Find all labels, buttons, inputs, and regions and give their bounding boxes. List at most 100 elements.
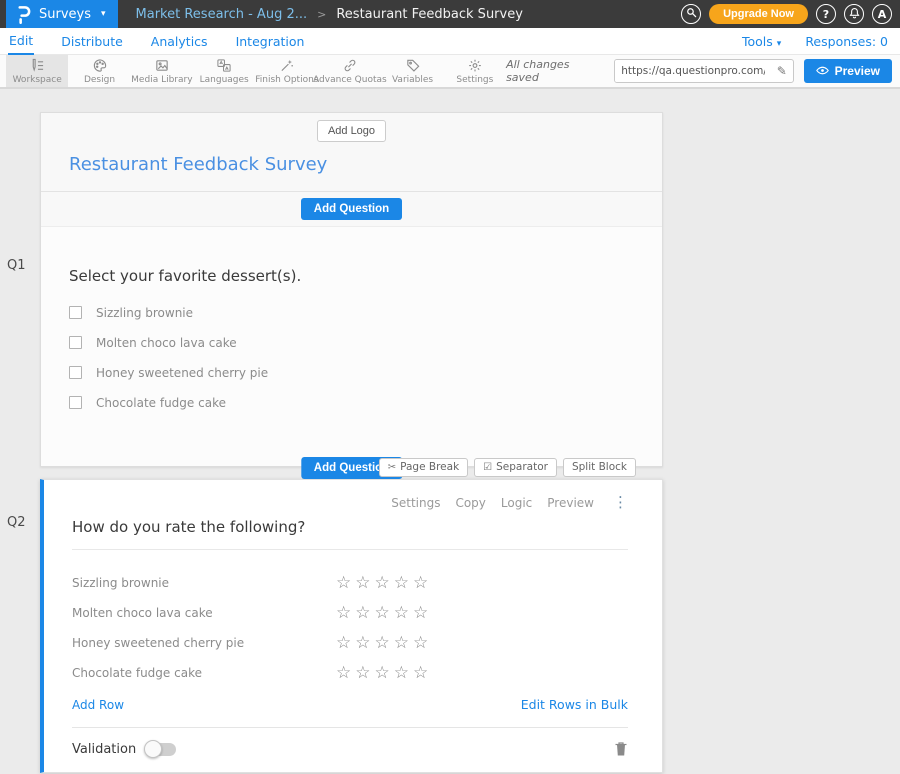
- question-preview-button[interactable]: Preview: [547, 496, 594, 510]
- star-icon[interactable]: ☆: [394, 605, 409, 622]
- tools-menu[interactable]: Tools ▾: [742, 34, 781, 49]
- question-number-q2: Q2: [7, 515, 26, 530]
- option-label[interactable]: Honey sweetened cherry pie: [96, 366, 268, 380]
- row-label[interactable]: Sizzling brownie: [72, 576, 336, 590]
- add-question-button[interactable]: Add Question: [301, 198, 402, 220]
- checkbox[interactable]: [69, 336, 82, 349]
- add-logo-button[interactable]: Add Logo: [317, 120, 386, 142]
- toolbar-item-variables[interactable]: Variables: [381, 55, 443, 87]
- checkbox[interactable]: [69, 366, 82, 379]
- star-icon[interactable]: ☆: [375, 665, 390, 682]
- breadcrumb-survey-name: Restaurant Feedback Survey: [336, 7, 523, 22]
- star-icon[interactable]: ☆: [413, 605, 428, 622]
- star-icon[interactable]: ☆: [355, 605, 370, 622]
- block-junction-bar: Add Question ✂Page Break ☑Separator Spli…: [41, 457, 662, 476]
- star-icon[interactable]: ☆: [375, 575, 390, 592]
- star-icon[interactable]: ☆: [394, 575, 409, 592]
- survey-title[interactable]: Restaurant Feedback Survey: [41, 142, 662, 192]
- question-action-menu: Settings Copy Logic Preview ⋮: [72, 480, 628, 514]
- kebab-menu-icon[interactable]: ⋮: [613, 495, 628, 510]
- top-header-bar: Surveys ▾ Market Research - Aug 2... > R…: [0, 0, 900, 28]
- row-label[interactable]: Molten choco lava cake: [72, 606, 336, 620]
- row-label[interactable]: Honey sweetened cherry pie: [72, 636, 336, 650]
- tab-distribute[interactable]: Distribute: [60, 28, 124, 54]
- workspace-icon: [29, 58, 45, 73]
- notifications-button[interactable]: [844, 4, 864, 24]
- star-rating: ☆☆☆☆☆: [336, 605, 428, 622]
- responses-count[interactable]: Responses: 0: [805, 34, 888, 49]
- question-text[interactable]: How do you rate the following?: [72, 514, 628, 550]
- rating-row: Molten choco lava cake ☆☆☆☆☆: [72, 598, 628, 628]
- star-icon[interactable]: ☆: [355, 665, 370, 682]
- star-rating: ☆☆☆☆☆: [336, 665, 428, 682]
- option-label[interactable]: Molten choco lava cake: [96, 336, 237, 350]
- pencil-icon[interactable]: ✎: [771, 60, 793, 82]
- surveys-product-menu[interactable]: Surveys ▾: [6, 0, 118, 28]
- star-icon[interactable]: ☆: [413, 665, 428, 682]
- image-icon: [154, 58, 170, 73]
- help-button[interactable]: ?: [816, 4, 836, 24]
- tab-integration[interactable]: Integration: [235, 28, 306, 54]
- tab-analytics[interactable]: Analytics: [150, 28, 209, 54]
- star-icon[interactable]: ☆: [375, 605, 390, 622]
- breadcrumb-folder[interactable]: Market Research - Aug 2...: [136, 7, 308, 22]
- star-icon[interactable]: ☆: [336, 575, 351, 592]
- question-text[interactable]: Select your favorite dessert(s).: [69, 267, 662, 285]
- question-logic-button[interactable]: Logic: [501, 496, 532, 510]
- tab-edit[interactable]: Edit: [8, 27, 34, 55]
- option-label[interactable]: Chocolate fudge cake: [96, 396, 226, 410]
- toolbar-right-group: All changes saved ✎ Preview: [506, 55, 900, 87]
- upgrade-now-button[interactable]: Upgrade Now: [709, 4, 808, 24]
- validation-toggle[interactable]: [146, 743, 176, 756]
- toolbar-item-design[interactable]: Design: [68, 55, 130, 87]
- toolbar-item-languages[interactable]: Languages: [193, 55, 255, 87]
- product-name: Surveys: [39, 7, 91, 22]
- star-icon[interactable]: ☆: [336, 605, 351, 622]
- star-icon[interactable]: ☆: [375, 635, 390, 652]
- question-q2-card-selected[interactable]: Settings Copy Logic Preview ⋮ How do you…: [40, 479, 663, 773]
- toolbar-item-label: Settings: [456, 75, 493, 85]
- checkbox[interactable]: [69, 306, 82, 319]
- star-icon[interactable]: ☆: [413, 635, 428, 652]
- search-icon: [686, 7, 697, 21]
- toolbar-item-settings[interactable]: Settings: [444, 55, 506, 87]
- nav-right-group: Tools ▾ Responses: 0: [742, 34, 888, 49]
- question-copy-button[interactable]: Copy: [455, 496, 485, 510]
- question-settings-button[interactable]: Settings: [391, 496, 440, 510]
- separator-button[interactable]: ☑Separator: [474, 458, 557, 477]
- toolbar-item-label: Variables: [392, 75, 433, 85]
- toolbar-item-advance-quotas[interactable]: Advance Quotas: [318, 55, 381, 87]
- gear-icon: [467, 58, 483, 73]
- translate-icon: [216, 58, 232, 73]
- toolbar-item-label: Design: [84, 75, 115, 85]
- edit-rows-in-bulk-link[interactable]: Edit Rows in Bulk: [521, 697, 628, 712]
- bell-icon: [849, 7, 860, 22]
- toolbar-item-finish-options[interactable]: Finish Options: [255, 55, 318, 87]
- toolbar-item-media-library[interactable]: Media Library: [131, 55, 193, 87]
- add-row-link[interactable]: Add Row: [72, 698, 124, 712]
- star-icon[interactable]: ☆: [355, 635, 370, 652]
- trash-icon[interactable]: [614, 741, 628, 757]
- rating-row: Chocolate fudge cake ☆☆☆☆☆: [72, 658, 628, 688]
- star-icon[interactable]: ☆: [336, 635, 351, 652]
- star-icon[interactable]: ☆: [394, 665, 409, 682]
- star-icon[interactable]: ☆: [413, 575, 428, 592]
- star-icon[interactable]: ☆: [336, 665, 351, 682]
- row-label[interactable]: Chocolate fudge cake: [72, 666, 336, 680]
- toggle-knob: [144, 740, 162, 758]
- search-button[interactable]: [681, 4, 701, 24]
- preview-button[interactable]: Preview: [804, 59, 892, 83]
- survey-url-input[interactable]: [615, 60, 771, 82]
- toolbar-item-workspace[interactable]: Workspace: [6, 55, 68, 87]
- breadcrumb-separator-icon: >: [317, 8, 326, 21]
- avatar-initial: A: [878, 8, 887, 21]
- split-block-button[interactable]: Split Block: [563, 458, 636, 477]
- checkbox[interactable]: [69, 396, 82, 409]
- avatar[interactable]: A: [872, 4, 892, 24]
- star-icon[interactable]: ☆: [355, 575, 370, 592]
- page-break-button[interactable]: ✂Page Break: [379, 458, 468, 477]
- toolbar-item-label: Finish Options: [255, 75, 318, 85]
- option-label[interactable]: Sizzling brownie: [96, 306, 193, 320]
- question-mark-icon: ?: [823, 8, 829, 21]
- star-icon[interactable]: ☆: [394, 635, 409, 652]
